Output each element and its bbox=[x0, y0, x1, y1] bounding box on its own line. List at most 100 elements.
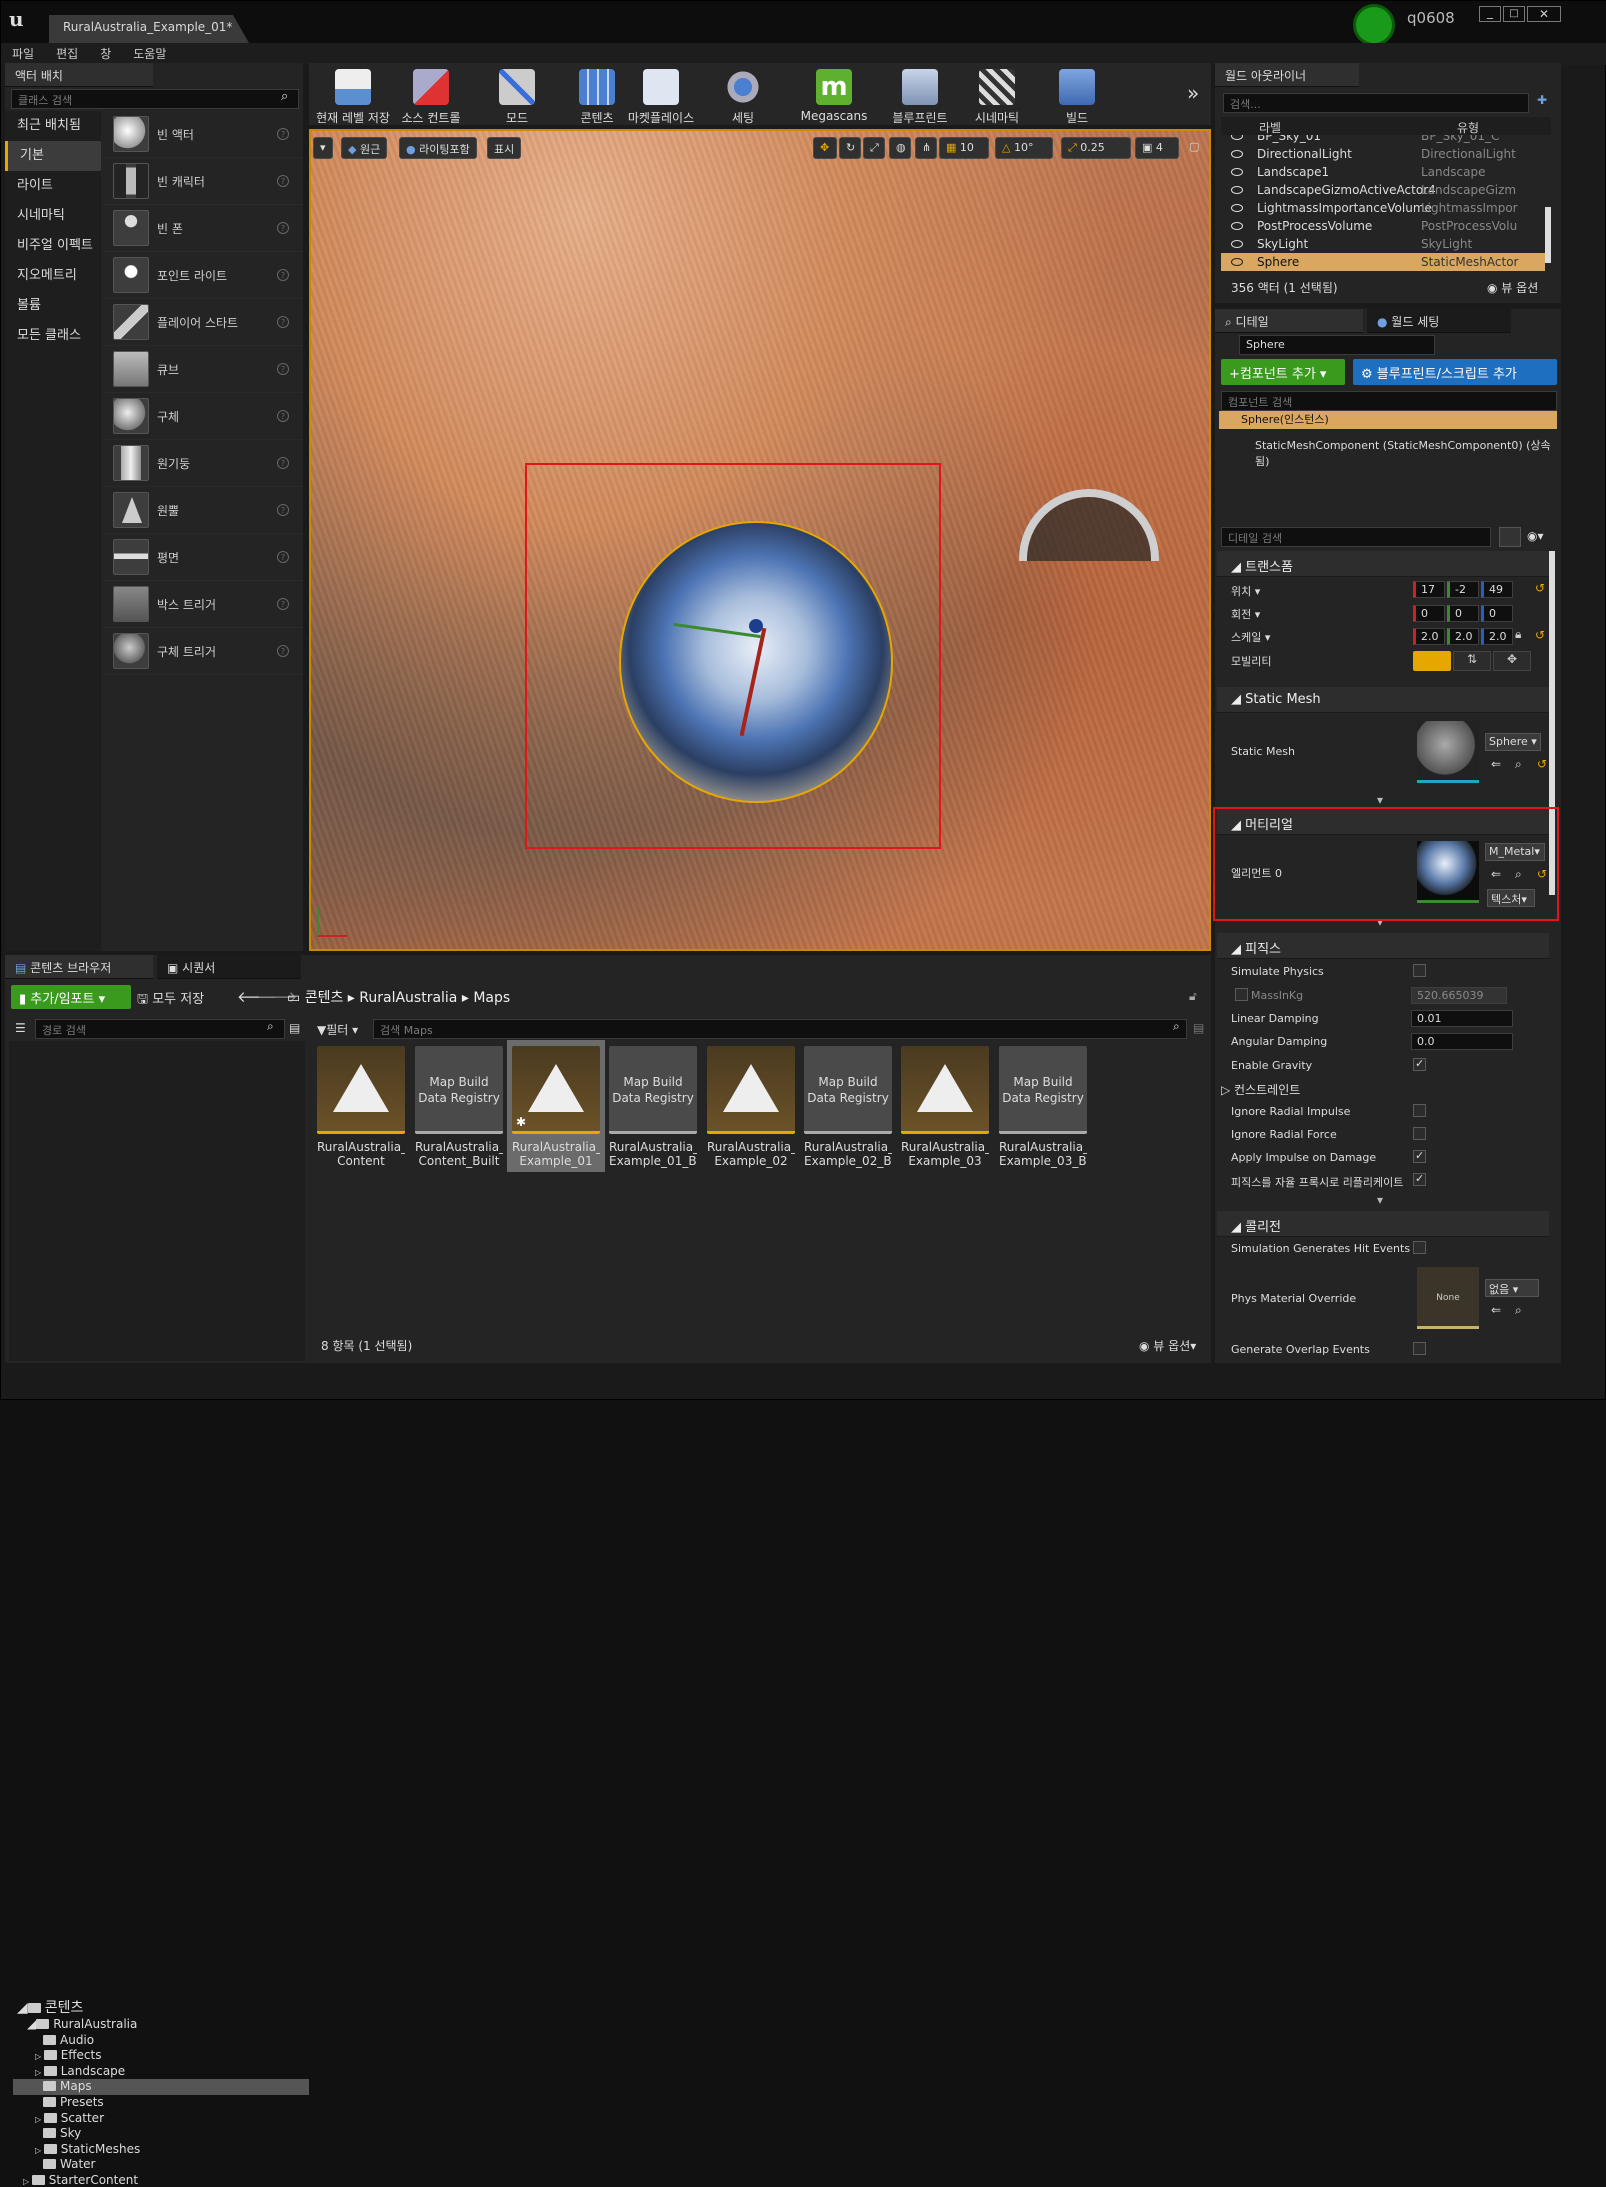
toolbar-cinematics[interactable]: 시네마틱 bbox=[967, 69, 1027, 127]
add-component-button[interactable]: +컴포넌트 추가 ▾ bbox=[1221, 359, 1345, 385]
source-control-status-icon[interactable] bbox=[1353, 4, 1395, 46]
class-search-input[interactable]: 클래스 검색 bbox=[11, 89, 299, 109]
help-icon[interactable]: ? bbox=[277, 457, 289, 469]
tree-item-maps[interactable]: Maps bbox=[43, 2079, 92, 2093]
category-visual-effects[interactable]: 비주얼 이펙트 bbox=[5, 231, 101, 261]
phys-use-selected-icon[interactable]: ⇐ bbox=[1491, 1303, 1501, 1317]
maximize-button[interactable]: □ bbox=[1503, 6, 1525, 22]
tree-item-staticmeshes[interactable]: ▷ StaticMeshes bbox=[35, 2142, 140, 2156]
tree-item-startercontent[interactable]: ▷ StarterContent bbox=[23, 2173, 138, 2187]
col-type-header[interactable]: 유형 bbox=[1457, 119, 1479, 136]
visibility-eye-icon[interactable] bbox=[1231, 222, 1243, 230]
actor-item-cone[interactable]: 원뿔? bbox=[105, 487, 303, 534]
outliner-row[interactable]: PostProcessVolume PostProcessVolu bbox=[1221, 217, 1545, 235]
breadcrumb-content[interactable]: 콘텐츠 bbox=[305, 990, 344, 1006]
reset-location-icon[interactable]: ↺ bbox=[1535, 581, 1545, 595]
path-search-input[interactable]: 경로 검색 bbox=[35, 1019, 285, 1039]
translate-mode-button[interactable]: ✥ bbox=[813, 137, 837, 159]
scale-x-field[interactable]: 2.0 bbox=[1413, 628, 1445, 645]
visibility-eye-icon[interactable] bbox=[1231, 168, 1243, 176]
toolbar-content[interactable]: 콘텐츠 bbox=[569, 69, 625, 127]
replicate-physics-checkbox[interactable] bbox=[1413, 1172, 1426, 1186]
visibility-eye-icon[interactable] bbox=[1231, 240, 1243, 248]
actor-item-sphere-trigger[interactable]: 구체 트리거? bbox=[105, 628, 303, 675]
tab-place-actors[interactable]: 액터 배치 bbox=[5, 63, 153, 87]
level-viewport[interactable] bbox=[309, 129, 1211, 951]
mobility-movable-toggle[interactable]: ✥ bbox=[1493, 651, 1531, 671]
tab-details[interactable]: ⌕ 디테일 bbox=[1215, 309, 1363, 333]
outliner-view-options[interactable]: ◉ 뷰 옵션 bbox=[1487, 279, 1538, 296]
help-icon[interactable]: ? bbox=[277, 128, 289, 140]
category-cinematic[interactable]: 시네마틱 bbox=[5, 201, 101, 231]
menu-help[interactable]: 도움말 bbox=[122, 43, 177, 64]
actor-item-cylinder[interactable]: 원기둥? bbox=[105, 440, 303, 487]
category-basic[interactable]: 기본 bbox=[5, 141, 101, 171]
help-icon[interactable]: ? bbox=[277, 504, 289, 516]
angular-damping-field[interactable]: 0.0 bbox=[1411, 1033, 1513, 1050]
asset-tile-registry[interactable]: Map Build Data Registry RuralAustralia_ E… bbox=[804, 1046, 892, 1170]
phys-browse-icon[interactable]: ⌕ bbox=[1515, 1303, 1522, 1318]
unreal-logo-icon[interactable]: u bbox=[9, 7, 35, 33]
outliner-row-selected[interactable]: Sphere StaticMeshActor bbox=[1221, 253, 1545, 271]
asset-search-input[interactable]: 검색 Maps bbox=[373, 1019, 1187, 1039]
static-mesh-dropdown[interactable]: Sphere ▾ bbox=[1485, 733, 1541, 751]
section-static-mesh[interactable]: ◢ Static Mesh bbox=[1217, 687, 1549, 713]
actor-item-box-trigger[interactable]: 박스 트리거? bbox=[105, 581, 303, 628]
add-import-button[interactable]: ▮ 추가/임포트 ▾ bbox=[11, 985, 131, 1009]
rotation-label[interactable]: 회전 ▾ bbox=[1231, 606, 1260, 622]
outliner-search-input[interactable]: 검색... bbox=[1223, 93, 1529, 113]
outliner-row[interactable]: DirectionalLight DirectionalLight bbox=[1221, 145, 1545, 163]
actor-item-empty-character[interactable]: 빈 캐릭터? bbox=[105, 158, 303, 205]
visibility-eye-icon[interactable] bbox=[1231, 204, 1243, 212]
actor-item-empty-actor[interactable]: 빈 액터? bbox=[105, 111, 303, 158]
help-icon[interactable]: ? bbox=[277, 316, 289, 328]
tree-item-sky[interactable]: Sky bbox=[43, 2126, 81, 2140]
section-transform[interactable]: ◢ 트랜스폼 bbox=[1217, 551, 1549, 577]
scale-y-field[interactable]: 2.0 bbox=[1447, 628, 1479, 645]
static-mesh-thumbnail[interactable] bbox=[1417, 721, 1479, 783]
menu-file[interactable]: 파일 bbox=[1, 43, 45, 64]
outliner-row[interactable]: LandscapeGizmoActiveActor4 LandscapeGizm bbox=[1221, 181, 1545, 199]
actor-item-point-light[interactable]: 포인트 라이트? bbox=[105, 252, 303, 299]
category-geometry[interactable]: 지오메트리 bbox=[5, 261, 101, 291]
mesh-use-selected-icon[interactable]: ⇐ bbox=[1491, 757, 1501, 771]
menu-window[interactable]: 창 bbox=[89, 43, 122, 64]
phys-material-dropdown[interactable]: 없음 ▾ bbox=[1485, 1279, 1539, 1297]
constraints-row[interactable]: ▷ 컨스트레인트 bbox=[1221, 1081, 1300, 1098]
actor-item-player-start[interactable]: 플레이어 스타트? bbox=[105, 299, 303, 346]
cb-view-options[interactable]: ◉ 뷰 옵션▾ bbox=[1139, 1337, 1196, 1354]
toolbar-megascans[interactable]: m Megascans bbox=[799, 69, 869, 127]
perspective-button[interactable]: ◆ 원근 bbox=[341, 137, 388, 159]
tab-content-browser[interactable]: ▤ 콘텐츠 브라우저 bbox=[5, 955, 153, 979]
ignore-radial-impulse-checkbox[interactable] bbox=[1413, 1104, 1426, 1117]
component-instance-row[interactable]: Sphere(인스턴스) bbox=[1219, 411, 1557, 429]
rotate-mode-button[interactable]: ↻ bbox=[839, 137, 861, 159]
breadcrumb-ruralaustralia[interactable]: RuralAustralia bbox=[359, 990, 457, 1006]
show-button[interactable]: 표시 bbox=[487, 137, 522, 159]
tree-item-ruralaustralia[interactable]: ◢ RuralAustralia bbox=[27, 2017, 137, 2031]
tree-item-audio[interactable]: Audio bbox=[43, 2033, 94, 2047]
path-list-icon[interactable]: ▤ bbox=[289, 1021, 300, 1035]
help-icon[interactable]: ? bbox=[277, 175, 289, 187]
toolbar-save-level[interactable]: 현재 레벨 저장 bbox=[313, 69, 393, 127]
outliner-row[interactable]: LightmassImportanceVolume LightmassImpor bbox=[1221, 199, 1545, 217]
viewport-options-button[interactable]: ▾ bbox=[313, 137, 333, 159]
toolbar-overflow-icon[interactable]: » bbox=[1187, 81, 1199, 105]
toolbar-marketplace[interactable]: 마켓플레이스 bbox=[625, 69, 697, 127]
close-button[interactable]: ✕ bbox=[1527, 6, 1561, 22]
enable-gravity-checkbox[interactable] bbox=[1413, 1057, 1426, 1071]
tree-item-landscape[interactable]: ▷ Landscape bbox=[35, 2064, 125, 2078]
help-icon[interactable]: ? bbox=[277, 363, 289, 375]
surface-snap-button[interactable]: ⋔ bbox=[915, 137, 937, 159]
asset-tile-map-selected[interactable]: ✱ RuralAustralia_ Example_01 bbox=[512, 1046, 600, 1170]
help-icon[interactable]: ? bbox=[277, 222, 289, 234]
tab-document[interactable]: RuralAustralia_Example_01* bbox=[49, 15, 249, 43]
tab-sequencer[interactable]: ▣ 시퀀서 bbox=[157, 955, 301, 979]
save-search-icon[interactable]: ▤ bbox=[1193, 1021, 1204, 1035]
lit-button[interactable]: ● 라이팅포함 bbox=[399, 137, 477, 159]
toolbar-settings[interactable]: 세팅 bbox=[715, 69, 771, 127]
category-lights[interactable]: 라이트 bbox=[5, 171, 101, 201]
rotation-z-field[interactable]: 0 bbox=[1481, 605, 1513, 622]
ignore-radial-force-checkbox[interactable] bbox=[1413, 1127, 1426, 1140]
overlap-events-checkbox[interactable] bbox=[1413, 1342, 1426, 1355]
